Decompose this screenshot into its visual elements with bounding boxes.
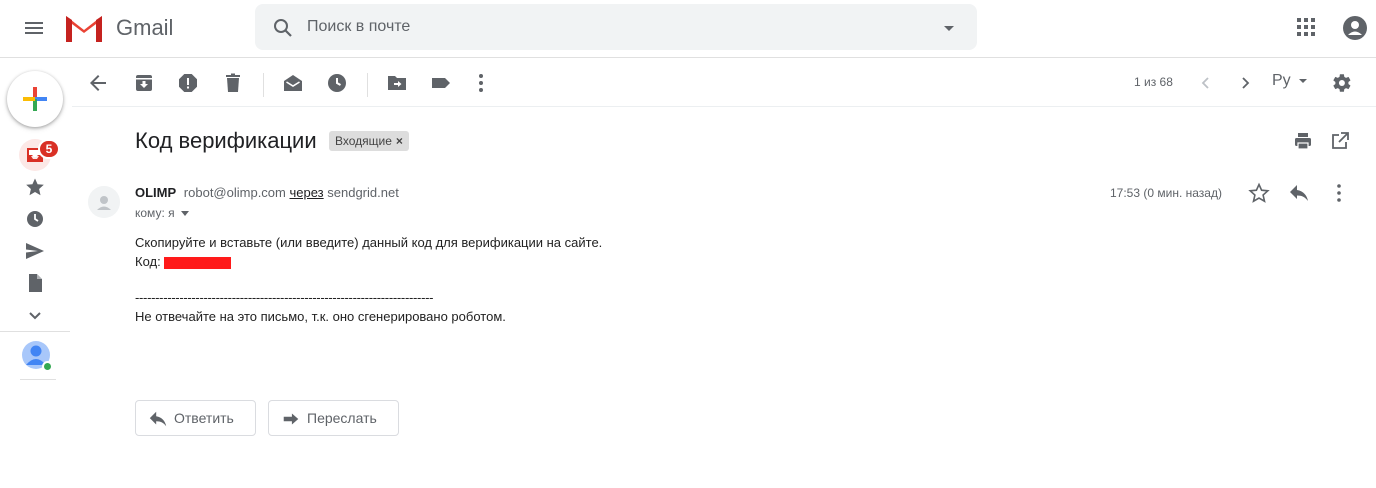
verification-code-redacted: 2053874291 (164, 256, 232, 270)
top-bar: Gmail (0, 0, 1376, 58)
inbox-label-chip: Входящие × (329, 131, 409, 151)
sidebar-item-snoozed[interactable] (18, 203, 52, 235)
recipient-text: кому: я (135, 206, 175, 220)
sidebar-more-toggle[interactable] (18, 299, 52, 331)
forward-button[interactable]: Переслать (268, 400, 399, 436)
message-time: 17:53 (0 мин. назад) (1110, 186, 1222, 200)
code-line: Код: 2053874291 (135, 252, 602, 271)
forward-button-label: Переслать (307, 410, 377, 426)
toolbar-divider (263, 73, 264, 97)
reply-icon (149, 411, 167, 427)
product-name: Gmail (116, 15, 174, 40)
toolbar-divider (367, 73, 368, 97)
chevron-down-icon (29, 312, 41, 320)
forward-arrow-icon (283, 413, 299, 425)
input-language-label: Ру (1272, 72, 1291, 89)
snooze-clock-icon[interactable] (325, 71, 349, 95)
body-line: Скопируйте и вставьте (или введите) данн… (135, 235, 603, 250)
sidebar-divider-2 (20, 379, 56, 380)
draft-file-icon (29, 274, 42, 292)
compose-plus-icon (23, 87, 47, 111)
sidebar-item-starred[interactable] (18, 171, 52, 203)
via-link[interactable]: через (290, 185, 324, 200)
sender-avatar[interactable] (88, 186, 120, 218)
report-spam-icon[interactable] (176, 71, 200, 95)
search-options-dropdown-icon[interactable] (937, 16, 961, 40)
sender-line: OLIMP robot@olimp.com через sendgrid.net (135, 185, 399, 200)
email-footer-note: Не отвечайте на это письмо, т.к. оно сге… (135, 309, 506, 324)
reply-button-label: Ответить (174, 410, 234, 426)
search-input[interactable] (307, 14, 907, 40)
sidebar-item-sent[interactable] (18, 235, 52, 267)
input-language-selector[interactable]: Ру (1272, 72, 1309, 90)
caret-down-icon (1299, 78, 1308, 83)
delete-trash-icon[interactable] (221, 71, 245, 95)
newer-chevron-left-icon[interactable] (1194, 71, 1218, 95)
remove-label-icon[interactable]: × (396, 134, 403, 148)
search-bar (255, 4, 977, 50)
pagination-count: 1 из 68 (1134, 75, 1173, 89)
sender-name[interactable]: OLIMP (135, 185, 176, 200)
label-chip-text: Входящие (335, 134, 392, 148)
reply-arrow-icon[interactable] (1288, 182, 1310, 204)
apps-grid-icon[interactable] (1294, 15, 1318, 39)
star-message-icon[interactable] (1248, 182, 1270, 204)
account-avatar-icon[interactable] (1342, 15, 1368, 41)
email-body: Скопируйте и вставьте (или введите) данн… (135, 233, 602, 271)
show-details-caret-icon[interactable] (180, 211, 189, 217)
settings-gear-icon[interactable] (1329, 71, 1353, 95)
message-toolbar: 1 из 68 Ру (72, 59, 1376, 107)
inbox-unread-badge: 5 (38, 139, 60, 159)
gmail-logo[interactable] (64, 12, 104, 44)
older-chevron-right-icon[interactable] (1233, 71, 1257, 95)
label-tag-icon[interactable] (429, 71, 453, 95)
back-arrow-icon[interactable] (86, 71, 110, 95)
code-label: Код: (135, 254, 161, 269)
email-subject: Код верификации (135, 128, 317, 153)
print-all-icon[interactable] (1292, 130, 1314, 152)
clock-icon (27, 211, 43, 227)
online-status-dot (42, 361, 53, 372)
recipient-line: кому: я (135, 206, 189, 220)
archive-icon[interactable] (132, 71, 156, 95)
reply-button[interactable]: Ответить (135, 400, 256, 436)
more-actions-icon[interactable] (469, 71, 493, 95)
search-icon[interactable] (271, 16, 295, 40)
text-divider: ----------------------------------------… (135, 290, 434, 305)
sidebar-divider (0, 331, 70, 332)
sender-email: robot@olimp.com (183, 185, 286, 200)
compose-button[interactable] (7, 71, 63, 127)
move-to-folder-icon[interactable] (385, 71, 409, 95)
message-more-icon[interactable] (1328, 182, 1350, 204)
star-icon (26, 178, 44, 196)
mark-as-unread-icon[interactable] (281, 71, 305, 95)
sidebar-item-drafts[interactable] (18, 267, 52, 299)
send-icon (26, 243, 44, 259)
main-menu-icon[interactable] (22, 16, 46, 40)
open-in-new-window-icon[interactable] (1329, 130, 1351, 152)
via-domain: sendgrid.net (327, 185, 399, 200)
